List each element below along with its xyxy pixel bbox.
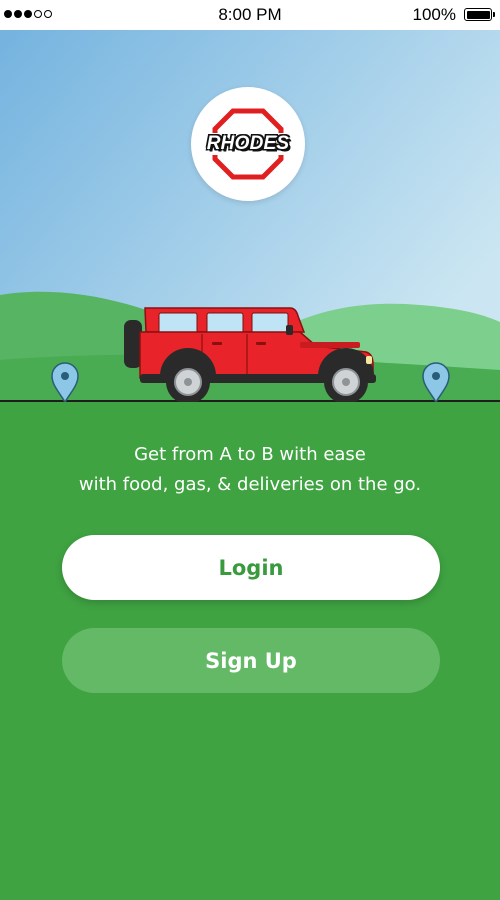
hero-scene: RHODES [0, 30, 500, 404]
logo-wordmark: RHODES [206, 133, 290, 154]
status-bar: 8:00 PM 100% [0, 0, 500, 30]
hero-illustration [0, 30, 500, 404]
battery-icon [464, 8, 495, 21]
sign-up-button[interactable]: Sign Up [62, 628, 440, 693]
app-logo: RHODES [191, 87, 305, 201]
login-button[interactable]: Login [62, 535, 440, 600]
battery-percentage: 100% [412, 5, 456, 24]
tagline-line-2: with food, gas, & deliveries on the go. [78, 474, 422, 495]
tagline-line-1: Get from A to B with ease [134, 444, 366, 465]
tagline: Get from A to B with ease with food, gas… [0, 440, 500, 500]
